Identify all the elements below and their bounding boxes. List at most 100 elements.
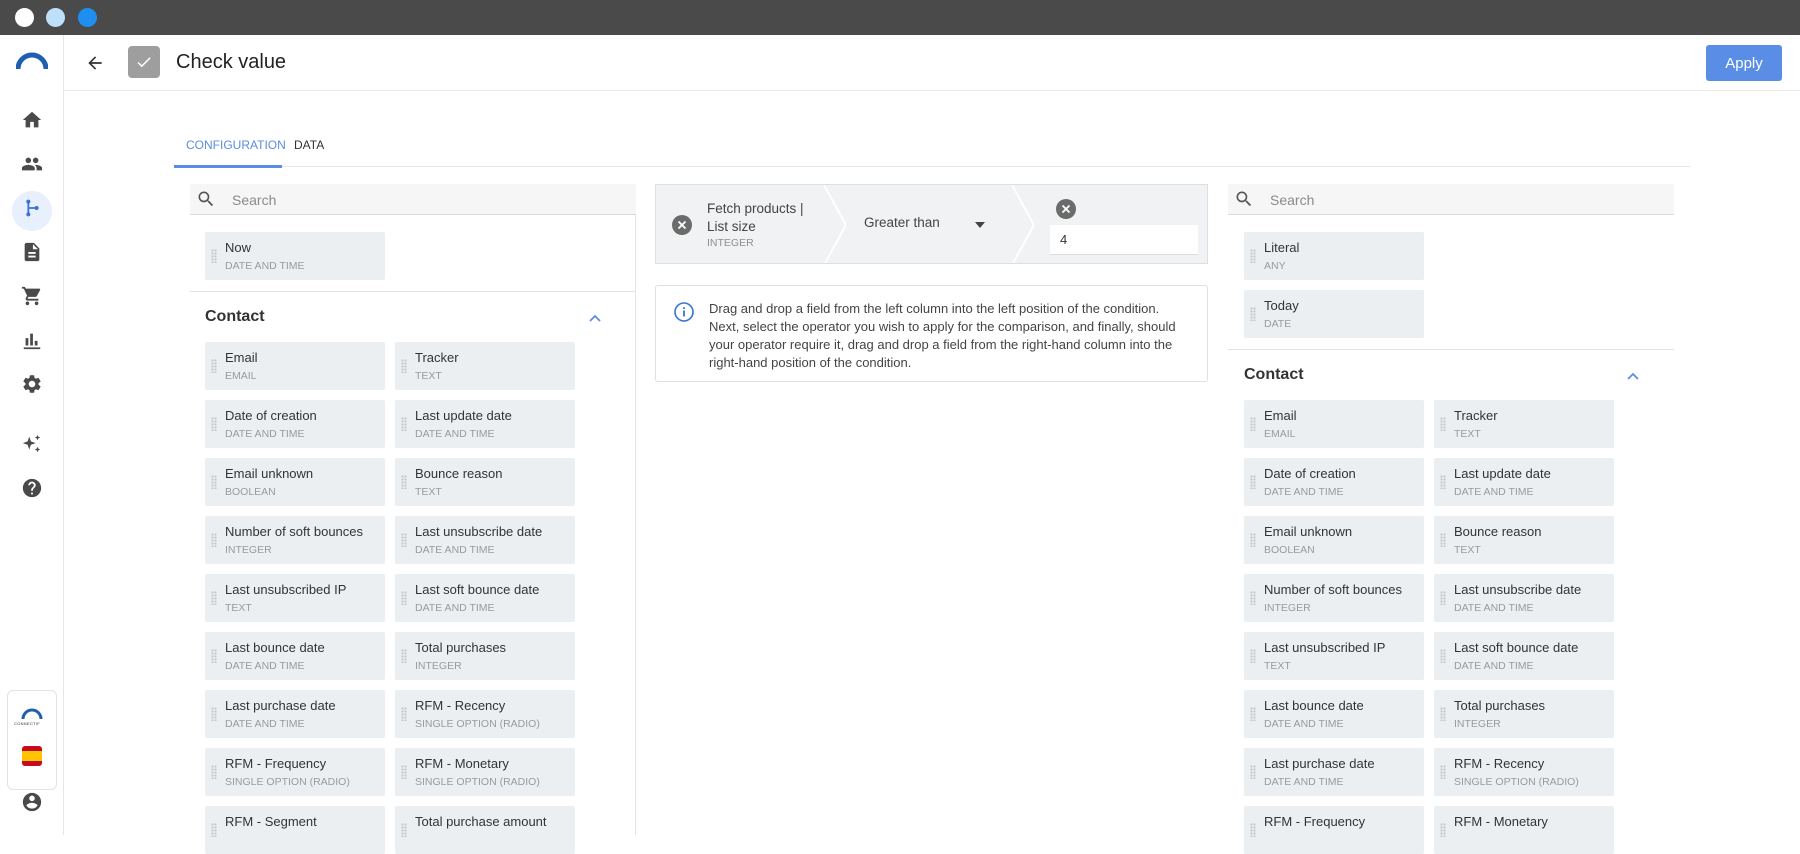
field-card[interactable]: Literal ANY bbox=[1244, 232, 1424, 280]
field-card[interactable]: Last unsubscribed IP TEXT bbox=[205, 574, 385, 622]
drag-handle-icon[interactable] bbox=[1250, 649, 1256, 663]
field-card[interactable]: Last unsubscribe date DATE AND TIME bbox=[1434, 574, 1614, 622]
drag-handle-icon[interactable] bbox=[1250, 249, 1256, 263]
right-search-input[interactable] bbox=[1270, 190, 1650, 210]
tab-configuration[interactable]: CONFIGURATION bbox=[186, 138, 286, 152]
drag-handle-icon[interactable] bbox=[1440, 591, 1446, 605]
field-card[interactable]: Last soft bounce date DATE AND TIME bbox=[395, 574, 575, 622]
field-card[interactable]: Last update date DATE AND TIME bbox=[1434, 458, 1614, 506]
drag-handle-icon[interactable] bbox=[1250, 765, 1256, 779]
field-card[interactable]: RFM - Recency SINGLE OPTION (RADIO) bbox=[395, 690, 575, 738]
drag-handle-icon[interactable] bbox=[1440, 707, 1446, 721]
drag-handle-icon[interactable] bbox=[211, 359, 217, 373]
field-card[interactable]: Total purchases INTEGER bbox=[395, 632, 575, 680]
drag-handle-icon[interactable] bbox=[211, 249, 217, 263]
field-card[interactable]: Email EMAIL bbox=[1244, 400, 1424, 448]
caret-down-icon[interactable] bbox=[975, 222, 985, 228]
field-card[interactable]: Total purchases INTEGER bbox=[1434, 690, 1614, 738]
sidebar-item-ai[interactable] bbox=[20, 432, 44, 456]
sidebar-item-contacts[interactable] bbox=[20, 152, 44, 176]
section-title-contact[interactable]: Contact bbox=[1244, 366, 1304, 384]
sidebar-item-content[interactable] bbox=[20, 240, 44, 264]
window-minimize-button[interactable] bbox=[46, 8, 65, 27]
field-card[interactable]: Last unsubscribe date DATE AND TIME bbox=[395, 516, 575, 564]
field-card[interactable]: Email unknown BOOLEAN bbox=[1244, 516, 1424, 564]
drag-handle-icon[interactable] bbox=[1250, 707, 1256, 721]
drag-handle-icon[interactable] bbox=[211, 591, 217, 605]
drag-handle-icon[interactable] bbox=[211, 707, 217, 721]
field-card[interactable]: Date of creation DATE AND TIME bbox=[205, 400, 385, 448]
field-card[interactable]: RFM - Monetary SINGLE OPTION (RADIO) bbox=[395, 748, 575, 796]
chevron-up-icon[interactable] bbox=[1626, 371, 1640, 381]
condition-left-field-name[interactable]: Fetch products | List size bbox=[707, 200, 817, 236]
field-card[interactable]: Bounce reason TEXT bbox=[395, 458, 575, 506]
operator-select[interactable]: Greater than bbox=[864, 215, 940, 230]
drag-handle-icon[interactable] bbox=[1250, 475, 1256, 489]
drag-handle-icon[interactable] bbox=[401, 765, 407, 779]
language-flag-icon[interactable] bbox=[22, 746, 42, 766]
sidebar-item-settings[interactable] bbox=[20, 372, 44, 396]
back-button[interactable] bbox=[82, 50, 108, 76]
drag-handle-icon[interactable] bbox=[1440, 533, 1446, 547]
sidebar-item-home[interactable] bbox=[20, 108, 44, 132]
drag-handle-icon[interactable] bbox=[401, 475, 407, 489]
drag-handle-icon[interactable] bbox=[401, 591, 407, 605]
field-card[interactable]: Tracker TEXT bbox=[1434, 400, 1614, 448]
left-search-input[interactable] bbox=[232, 190, 612, 210]
drag-handle-icon[interactable] bbox=[1440, 765, 1446, 779]
field-card[interactable]: Email unknown BOOLEAN bbox=[205, 458, 385, 506]
sidebar-item-help[interactable] bbox=[20, 476, 44, 500]
field-card[interactable]: Number of soft bounces INTEGER bbox=[1244, 574, 1424, 622]
field-card[interactable]: Last bounce date DATE AND TIME bbox=[205, 632, 385, 680]
drag-handle-icon[interactable] bbox=[211, 649, 217, 663]
drag-handle-icon[interactable] bbox=[211, 417, 217, 431]
account-switcher[interactable]: CONNECTIF bbox=[7, 690, 57, 790]
drag-handle-icon[interactable] bbox=[1250, 417, 1256, 431]
drag-handle-icon[interactable] bbox=[211, 765, 217, 779]
field-card[interactable]: Today DATE bbox=[1244, 290, 1424, 338]
condition-value-input[interactable] bbox=[1050, 225, 1198, 255]
section-title-contact[interactable]: Contact bbox=[205, 308, 265, 326]
field-card[interactable]: Tracker TEXT bbox=[395, 342, 575, 390]
drag-handle-icon[interactable] bbox=[1250, 591, 1256, 605]
field-card[interactable]: Last bounce date DATE AND TIME bbox=[1244, 690, 1424, 738]
field-card[interactable]: Last update date DATE AND TIME bbox=[395, 400, 575, 448]
sidebar-item-workflows[interactable] bbox=[20, 196, 44, 220]
remove-right-value-icon[interactable] bbox=[1056, 199, 1076, 219]
sidebar-item-profile[interactable] bbox=[20, 790, 44, 814]
drag-handle-icon[interactable] bbox=[1250, 533, 1256, 547]
field-card[interactable]: Last purchase date DATE AND TIME bbox=[205, 690, 385, 738]
drag-handle-icon[interactable] bbox=[211, 475, 217, 489]
drag-handle-icon[interactable] bbox=[1250, 307, 1256, 321]
field-card[interactable]: RFM - Frequency bbox=[1244, 806, 1424, 854]
field-card[interactable]: RFM - Segment bbox=[205, 806, 385, 854]
field-card[interactable]: Number of soft bounces INTEGER bbox=[205, 516, 385, 564]
drag-handle-icon[interactable] bbox=[1440, 417, 1446, 431]
drag-handle-icon[interactable] bbox=[211, 533, 217, 547]
remove-left-field-icon[interactable] bbox=[672, 215, 692, 235]
drag-handle-icon[interactable] bbox=[401, 707, 407, 721]
field-card[interactable]: RFM - Recency SINGLE OPTION (RADIO) bbox=[1434, 748, 1614, 796]
field-card[interactable]: Bounce reason TEXT bbox=[1434, 516, 1614, 564]
field-card[interactable]: Last soft bounce date DATE AND TIME bbox=[1434, 632, 1614, 680]
field-card[interactable]: Email EMAIL bbox=[205, 342, 385, 390]
field-card[interactable]: RFM - Monetary bbox=[1434, 806, 1614, 854]
app-logo-icon[interactable] bbox=[16, 52, 48, 70]
field-card[interactable]: Now DATE AND TIME bbox=[205, 232, 385, 280]
field-card[interactable]: Last unsubscribed IP TEXT bbox=[1244, 632, 1424, 680]
field-card[interactable]: Last purchase date DATE AND TIME bbox=[1244, 748, 1424, 796]
window-close-button[interactable] bbox=[15, 8, 34, 27]
chevron-up-icon[interactable] bbox=[588, 313, 602, 323]
field-card[interactable]: RFM - Frequency SINGLE OPTION (RADIO) bbox=[205, 748, 385, 796]
field-card[interactable]: Total purchase amount bbox=[395, 806, 575, 854]
drag-handle-icon[interactable] bbox=[1440, 649, 1446, 663]
sidebar-item-analytics[interactable] bbox=[20, 328, 44, 352]
field-card[interactable]: Date of creation DATE AND TIME bbox=[1244, 458, 1424, 506]
apply-button[interactable]: Apply bbox=[1706, 45, 1782, 81]
tab-data[interactable]: DATA bbox=[294, 138, 324, 152]
drag-handle-icon[interactable] bbox=[1440, 475, 1446, 489]
drag-handle-icon[interactable] bbox=[401, 417, 407, 431]
sidebar-item-store[interactable] bbox=[20, 284, 44, 308]
drag-handle-icon[interactable] bbox=[401, 649, 407, 663]
drag-handle-icon[interactable] bbox=[401, 359, 407, 373]
